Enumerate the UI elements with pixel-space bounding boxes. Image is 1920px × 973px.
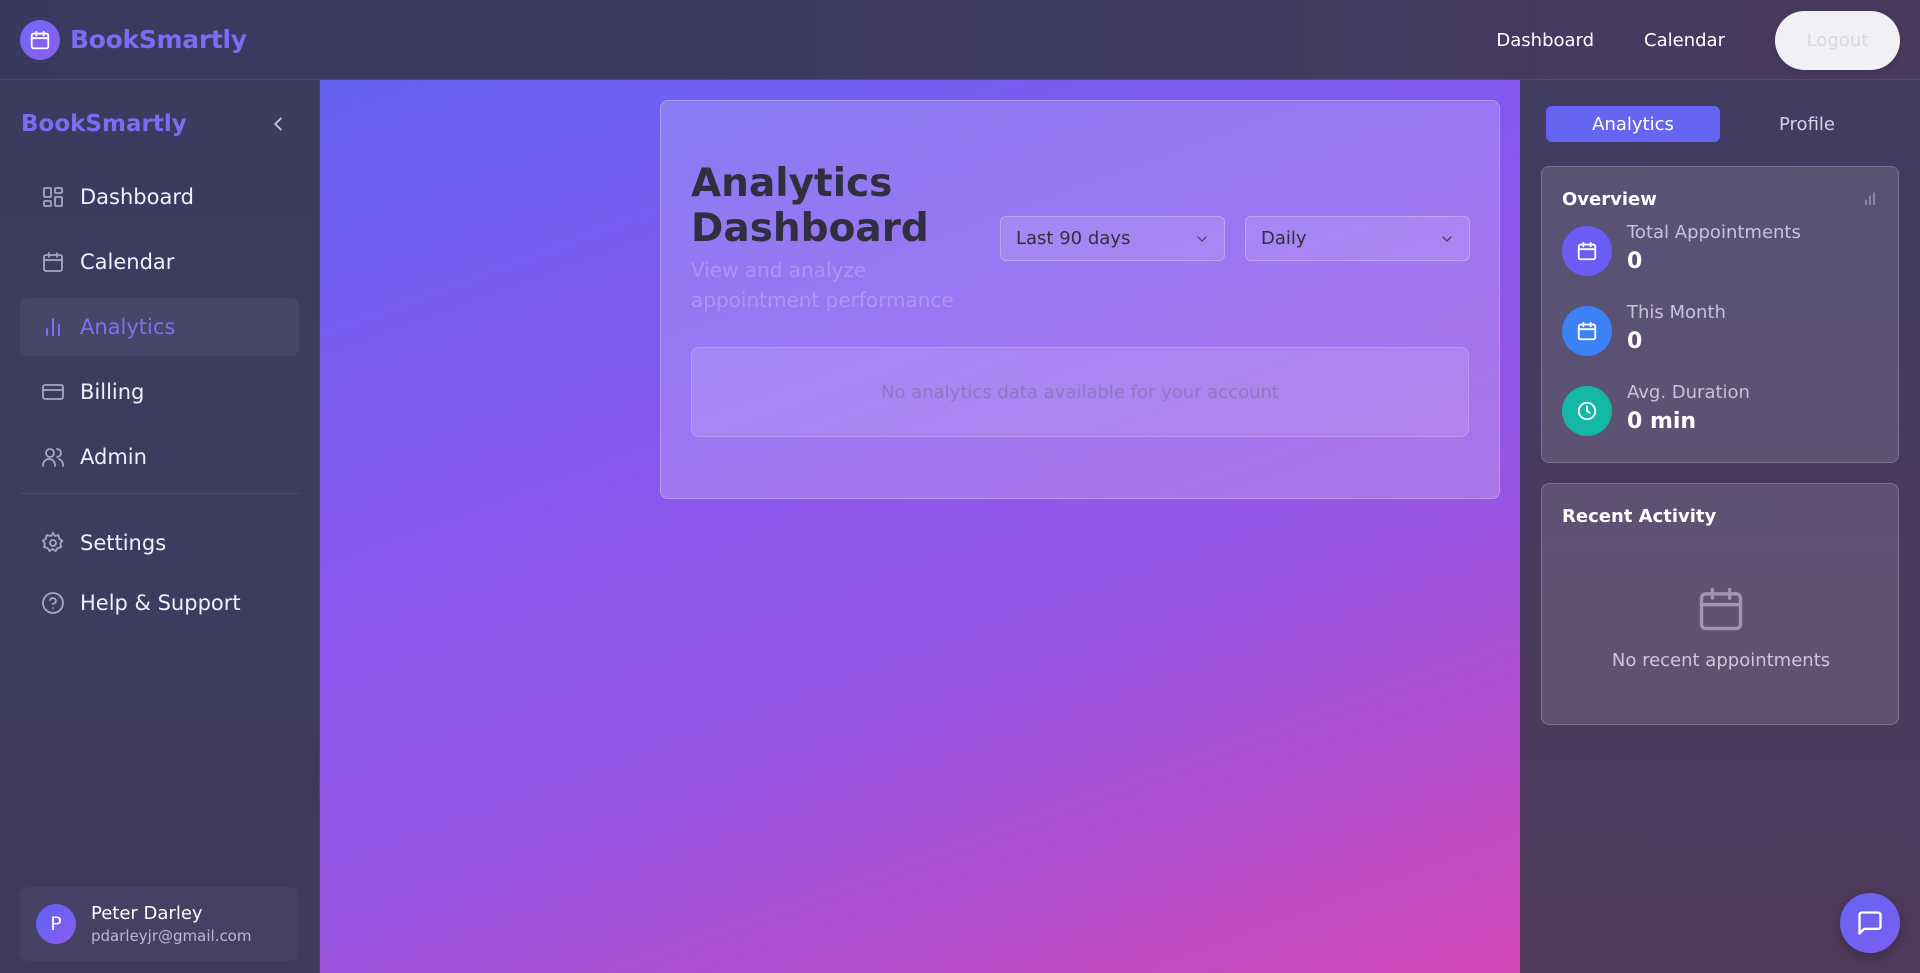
calendar-icon <box>1695 581 1747 637</box>
stat-text: Avg. Duration 0 min <box>1627 382 1750 436</box>
overview-title: Overview <box>1562 189 1657 210</box>
chevron-down-icon <box>1439 231 1455 247</box>
sidebar-brand[interactable]: BookSmartly <box>21 111 187 137</box>
clock-icon <box>1562 386 1612 436</box>
stat-value: 0 <box>1627 329 1643 354</box>
sidebar-item-label: Settings <box>80 531 167 555</box>
right-panel: Analytics Profile Overview Total Appoint… <box>1520 80 1920 973</box>
user-name: Peter Darley <box>91 903 203 924</box>
stat-avg-duration: Avg. Duration 0 min <box>1562 382 1750 436</box>
chat-button[interactable] <box>1840 893 1900 953</box>
recent-activity-card: Recent Activity No recent appointments <box>1541 483 1899 725</box>
sidebar-divider <box>20 493 299 494</box>
sidebar-item-label: Admin <box>80 445 147 469</box>
sidebar-header: BookSmartly <box>0 80 319 168</box>
sidebar-item-label: Help & Support <box>80 591 241 615</box>
stat-label: This Month <box>1627 302 1726 323</box>
date-range-select[interactable]: Last 90 days <box>1000 216 1225 261</box>
analytics-icon <box>41 315 65 339</box>
page-title: Analytics Dashboard <box>691 161 929 251</box>
analytics-card: Analytics Dashboard View and analyze app… <box>660 100 1500 499</box>
overview-card: Overview Total Appointments 0 This Month… <box>1541 166 1899 463</box>
chevron-left-icon[interactable] <box>267 113 289 135</box>
recent-activity-empty: No recent appointments <box>1611 650 1831 671</box>
recent-activity-title: Recent Activity <box>1562 506 1717 527</box>
sidebar-item-calendar[interactable]: Calendar <box>20 233 299 291</box>
stat-text: Total Appointments 0 <box>1627 222 1801 276</box>
sidebar-item-label: Billing <box>80 380 145 404</box>
sidebar-item-help[interactable]: Help & Support <box>20 574 299 632</box>
users-icon <box>41 445 65 469</box>
logout-button[interactable]: Logout <box>1775 10 1900 70</box>
stat-value: 0 min <box>1627 409 1697 434</box>
gear-icon <box>41 531 65 555</box>
calendar-icon <box>1562 226 1612 276</box>
stat-label: Total Appointments <box>1627 222 1801 243</box>
sidebar-item-dashboard[interactable]: Dashboard <box>20 168 299 226</box>
avatar: P <box>36 904 76 944</box>
sidebar: BookSmartly Dashboard Calendar Analytics <box>0 80 320 973</box>
right-panel-tabs: Analytics Profile <box>1546 106 1894 142</box>
sidebar-item-label: Calendar <box>80 250 175 274</box>
topnav-dashboard-link[interactable]: Dashboard <box>1496 30 1594 51</box>
analytics-empty-state: No analytics data available for your acc… <box>691 347 1469 437</box>
calendar-icon <box>41 250 65 274</box>
calendar-icon <box>1562 306 1612 356</box>
brand-name: BookSmartly <box>70 25 247 54</box>
stat-this-month: This Month 0 <box>1562 302 1726 356</box>
user-profile-card[interactable]: P Peter Darley pdarleyjr@gmail.com <box>20 887 298 961</box>
chat-icon <box>1858 911 1882 935</box>
sidebar-item-admin[interactable]: Admin <box>20 428 299 486</box>
credit-card-icon <box>41 380 65 404</box>
topnav-calendar-link[interactable]: Calendar <box>1644 30 1725 51</box>
sidebar-item-label: Dashboard <box>80 185 194 209</box>
dashboard-icon <box>41 185 65 209</box>
sidebar-item-settings[interactable]: Settings <box>20 514 299 572</box>
top-nav: Dashboard Calendar Logout <box>1496 0 1900 80</box>
interval-value: Daily <box>1261 228 1307 249</box>
main-content: Analytics Dashboard View and analyze app… <box>320 80 1520 973</box>
stat-value: 0 <box>1627 249 1643 274</box>
stat-label: Avg. Duration <box>1627 382 1750 403</box>
interval-select[interactable]: Daily <box>1245 216 1470 261</box>
calendar-logo-icon <box>20 19 60 60</box>
chevron-down-icon <box>1194 231 1210 247</box>
page-subtitle: View and analyze appointment performance <box>691 258 954 312</box>
brand[interactable]: BookSmartly <box>20 19 247 60</box>
bar-chart-icon <box>1862 191 1878 207</box>
sidebar-item-analytics[interactable]: Analytics <box>20 298 299 356</box>
top-bar: BookSmartly Dashboard Calendar Logout <box>0 0 1920 80</box>
tab-analytics[interactable]: Analytics <box>1546 106 1720 142</box>
stat-total-appointments: Total Appointments 0 <box>1562 222 1801 276</box>
sidebar-item-label: Analytics <box>80 315 176 339</box>
date-range-value: Last 90 days <box>1016 228 1131 249</box>
sidebar-nav: Dashboard Calendar Analytics Billing Adm… <box>0 168 319 632</box>
stat-text: This Month 0 <box>1627 302 1726 356</box>
tab-profile[interactable]: Profile <box>1720 106 1894 142</box>
user-email: pdarleyjr@gmail.com <box>91 927 252 945</box>
sidebar-item-billing[interactable]: Billing <box>20 363 299 421</box>
help-icon <box>41 591 65 615</box>
user-meta: Peter Darley pdarleyjr@gmail.com <box>91 903 251 945</box>
